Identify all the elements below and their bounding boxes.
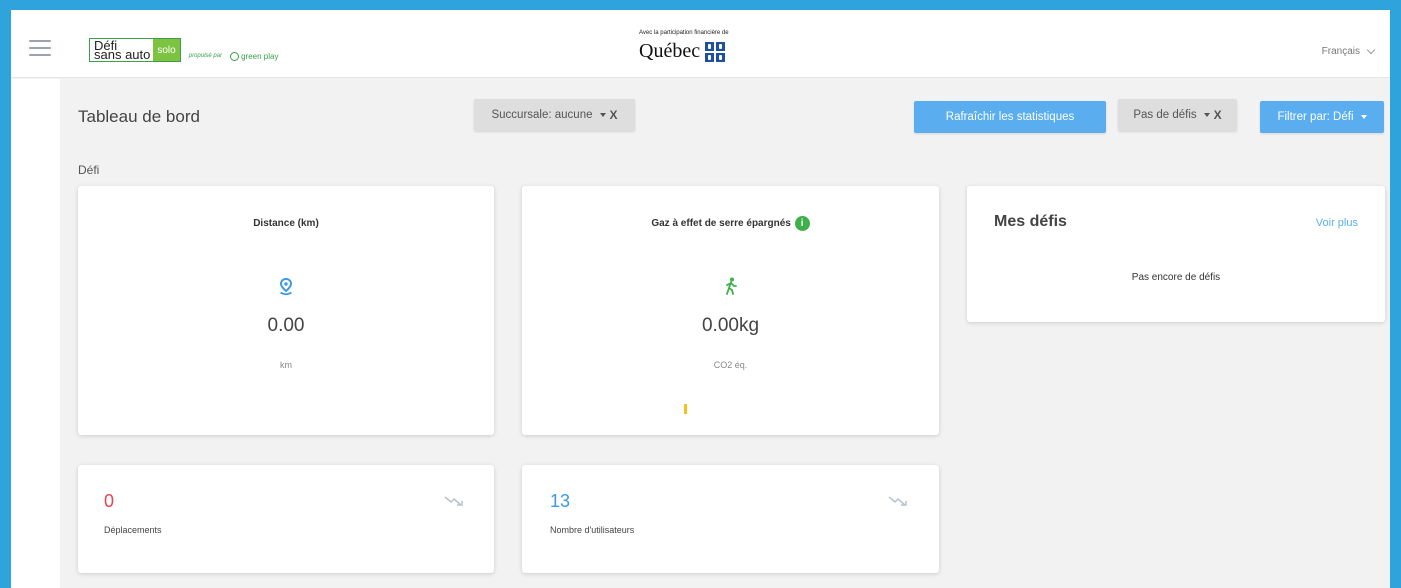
chevron-down-icon: [1366, 45, 1376, 54]
my-challenges-title: Mes défis: [994, 213, 1067, 230]
partner-logo-icon: [230, 52, 240, 61]
ghg-card: Gaz à effet de serre épargnés i 0.00kg C…: [522, 186, 939, 435]
walking-person-icon: [725, 277, 737, 295]
top-header: Défi sans auto solo propulsé par green p…: [11, 10, 1390, 78]
logo-line2: sans auto: [94, 47, 151, 62]
distance-value: 0.00: [267, 315, 305, 336]
refresh-stats-button[interactable]: Rafraîchir les statistiques: [914, 101, 1106, 133]
language-selector[interactable]: Français: [1321, 45, 1376, 57]
page-title: Tableau de bord: [78, 107, 200, 126]
partner-name: green play: [241, 52, 279, 61]
distance-card: Distance (km) 0.00 km: [78, 186, 494, 435]
users-card: 13 Nombre d'utilisateurs: [522, 465, 939, 573]
challenge-filter-button[interactable]: Pas de défis X: [1118, 99, 1237, 131]
distance-card-title: Distance (km): [253, 218, 319, 229]
partner-logo: green play: [230, 52, 278, 61]
caret-down-icon: [599, 113, 606, 117]
branch-filter-button[interactable]: Succursale: aucune X: [474, 99, 635, 131]
my-challenges-card: Mes défis Voir plus Pas encore de défis: [967, 186, 1385, 322]
quebec-caption: Avec la participation financière de: [639, 30, 729, 36]
caret-down-icon: [1360, 115, 1367, 119]
distance-unit: km: [280, 360, 292, 370]
logo-propulse: propulsé par: [188, 53, 223, 59]
users-label: Nombre d'utilisateurs: [550, 525, 635, 535]
fleur-de-lis-flag-icon: [705, 41, 726, 62]
logo-box: Défi sans auto solo: [89, 38, 181, 62]
language-label: Français: [1321, 46, 1360, 57]
app-frame: Défi sans auto solo propulsé par green p…: [11, 10, 1390, 588]
filter-by-label: Filtrer par: Défi: [1277, 111, 1354, 123]
map-pin-icon: [279, 278, 293, 296]
logo-solo: solo: [153, 39, 180, 61]
app-logo[interactable]: Défi sans auto solo propulsé par green p…: [89, 38, 278, 62]
quebec-name: Québec: [639, 40, 701, 62]
clear-challenge-icon[interactable]: X: [1214, 108, 1222, 122]
trend-down-icon: [888, 496, 907, 506]
no-challenges-text: Pas encore de défis: [1131, 272, 1221, 283]
refresh-stats-label: Rafraîchir les statistiques: [945, 111, 1075, 123]
trips-label: Déplacements: [104, 525, 162, 535]
clear-branch-icon[interactable]: X: [610, 108, 618, 122]
hamburger-menu-icon[interactable]: [29, 40, 51, 56]
quebec-logo: Avec la participation financière de Québ…: [639, 30, 729, 63]
info-icon[interactable]: i: [794, 216, 810, 231]
branch-filter-label: Succursale: aucune: [491, 109, 593, 121]
ghg-card-title-row: Gaz à effet de serre épargnés i: [522, 216, 939, 231]
filter-by-dropdown[interactable]: Filtrer par: Défi: [1260, 101, 1384, 133]
caret-down-icon: [1203, 113, 1210, 117]
trips-count: 0: [104, 491, 115, 511]
ghg-unit: CO2 éq.: [713, 360, 748, 370]
challenge-filter-label: Pas de défis: [1133, 109, 1197, 121]
trips-card: 0 Déplacements: [78, 465, 494, 573]
ghg-value: 0.00kg: [701, 315, 760, 336]
see-more-link[interactable]: Voir plus: [1316, 217, 1358, 229]
ghg-progress-bar: [684, 404, 687, 414]
trend-down-icon: [444, 496, 463, 506]
ghg-card-title: Gaz à effet de serre épargnés: [651, 218, 791, 230]
side-rail: [11, 79, 60, 588]
users-count: 13: [550, 491, 571, 511]
section-label: Défi: [78, 163, 100, 177]
